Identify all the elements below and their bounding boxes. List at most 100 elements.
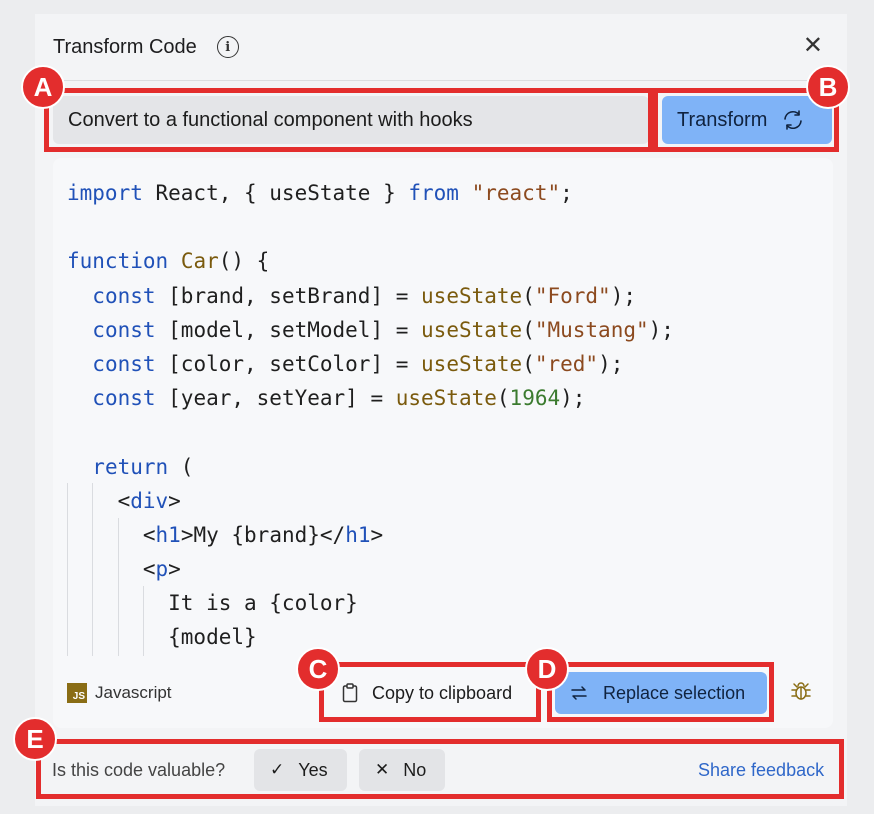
code-line: const [year, setYear] = useState(1964); bbox=[67, 381, 827, 415]
refresh-icon bbox=[784, 110, 803, 130]
code-token: [color, setColor] = bbox=[155, 351, 422, 376]
code-token: Car bbox=[180, 249, 219, 274]
language-badge: JS Javascript bbox=[67, 683, 172, 703]
swap-icon bbox=[571, 686, 587, 700]
code-line: const [color, setColor] = useState("red"… bbox=[67, 347, 827, 381]
code-token: [year, setYear] = bbox=[155, 386, 396, 411]
code-line: import React, { useState } from "react"; bbox=[67, 176, 827, 210]
code-line: {model} bbox=[67, 620, 827, 654]
code-token: p bbox=[155, 557, 169, 582]
code-token: > bbox=[168, 557, 181, 582]
code-line: function Car() { bbox=[67, 244, 827, 278]
code-editor[interactable]: import React, { useState } from "react";… bbox=[67, 176, 827, 656]
code-token: > bbox=[370, 522, 384, 547]
code-token: useState bbox=[421, 351, 523, 376]
code-token: 1964 bbox=[509, 386, 561, 411]
code-token: "react" bbox=[471, 181, 561, 205]
code-token: h1 bbox=[155, 522, 181, 547]
code-token: ( bbox=[522, 351, 535, 376]
code-token: It is a {color} bbox=[67, 591, 358, 616]
share-feedback-link[interactable]: Share feedback bbox=[698, 760, 824, 781]
code-token: const bbox=[92, 283, 156, 308]
code-token: from bbox=[408, 181, 459, 205]
code-token: {model} bbox=[67, 625, 257, 650]
code-token: function bbox=[67, 249, 169, 274]
code-token: useState bbox=[421, 317, 523, 342]
language-label: Javascript bbox=[95, 683, 172, 702]
info-icon[interactable]: i bbox=[216, 36, 239, 58]
transform-button[interactable]: Transform bbox=[662, 96, 832, 144]
bug-icon[interactable] bbox=[789, 679, 813, 703]
code-token: >My {brand}</ bbox=[180, 522, 346, 547]
code-token: const bbox=[92, 351, 156, 376]
code-token: ( bbox=[522, 317, 535, 342]
code-token: ( bbox=[496, 386, 510, 411]
code-token: "red" bbox=[534, 351, 599, 376]
code-line: <div> bbox=[67, 484, 827, 518]
javascript-icon: JS bbox=[67, 683, 87, 703]
code-token: h1 bbox=[345, 522, 371, 547]
x-icon: ✕ bbox=[375, 760, 390, 779]
code-token: < bbox=[67, 488, 131, 513]
marker-a: A bbox=[21, 65, 65, 109]
no-label: No bbox=[403, 759, 427, 780]
code-token: () { bbox=[218, 249, 270, 274]
code-token: React, { useState } bbox=[142, 181, 409, 205]
code-line: It is a {color} bbox=[67, 586, 827, 620]
yes-label: Yes bbox=[298, 759, 328, 780]
code-token: div bbox=[130, 488, 169, 513]
code-token: "Mustang" bbox=[534, 317, 649, 342]
code-line: return ( bbox=[67, 450, 827, 484]
clipboard-icon bbox=[342, 683, 358, 703]
code-line: <p> bbox=[67, 552, 827, 586]
code-token: < bbox=[67, 557, 156, 582]
feedback-no-button[interactable]: ✕ No bbox=[359, 749, 445, 791]
code-token: useState bbox=[421, 283, 523, 308]
panel-title: Transform Code bbox=[53, 35, 197, 58]
marker-c: C bbox=[296, 647, 340, 691]
marker-d: D bbox=[525, 647, 569, 691]
close-icon[interactable]: ✕ bbox=[803, 34, 823, 58]
code-token: ); bbox=[560, 386, 586, 411]
prompt-text: Convert to a functional component with h… bbox=[68, 108, 473, 131]
panel-header: Transform Code i bbox=[35, 14, 847, 80]
code-token: < bbox=[67, 522, 156, 547]
code-token: useState bbox=[395, 386, 497, 411]
code-token: import bbox=[67, 181, 143, 205]
code-token: "Ford" bbox=[534, 283, 611, 308]
marker-b: B bbox=[806, 65, 850, 109]
code-token: ); bbox=[610, 283, 636, 308]
code-token: ( bbox=[168, 454, 194, 479]
code-token: const bbox=[92, 386, 156, 411]
code-token: ); bbox=[648, 317, 674, 342]
transform-prompt-input[interactable]: Convert to a functional component with h… bbox=[53, 96, 649, 144]
check-icon: ✓ bbox=[270, 760, 285, 779]
replace-label: Replace selection bbox=[603, 682, 746, 703]
marker-e: E bbox=[13, 717, 57, 761]
code-token: const bbox=[92, 317, 156, 342]
code-line: const [brand, setBrand] = useState("Ford… bbox=[67, 279, 827, 313]
code-token: [model, setModel] = bbox=[155, 317, 422, 342]
copy-to-clipboard-button[interactable]: Copy to clipboard bbox=[328, 672, 534, 714]
feedback-yes-button[interactable]: ✓ Yes bbox=[254, 749, 347, 791]
code-token: ; bbox=[560, 181, 573, 205]
code-line: <h1>My {brand}</h1> bbox=[67, 518, 827, 552]
feedback-question: Is this code valuable? bbox=[52, 760, 226, 780]
code-line: const [model, setModel] = useState("Must… bbox=[67, 313, 827, 347]
code-token: ); bbox=[598, 351, 624, 376]
transform-button-label: Transform bbox=[677, 108, 768, 131]
replace-selection-button[interactable]: Replace selection bbox=[555, 672, 767, 714]
code-token: ( bbox=[522, 283, 535, 308]
code-token: > bbox=[168, 488, 181, 513]
copy-label: Copy to clipboard bbox=[372, 682, 513, 703]
code-token: [brand, setBrand] = bbox=[155, 283, 422, 308]
